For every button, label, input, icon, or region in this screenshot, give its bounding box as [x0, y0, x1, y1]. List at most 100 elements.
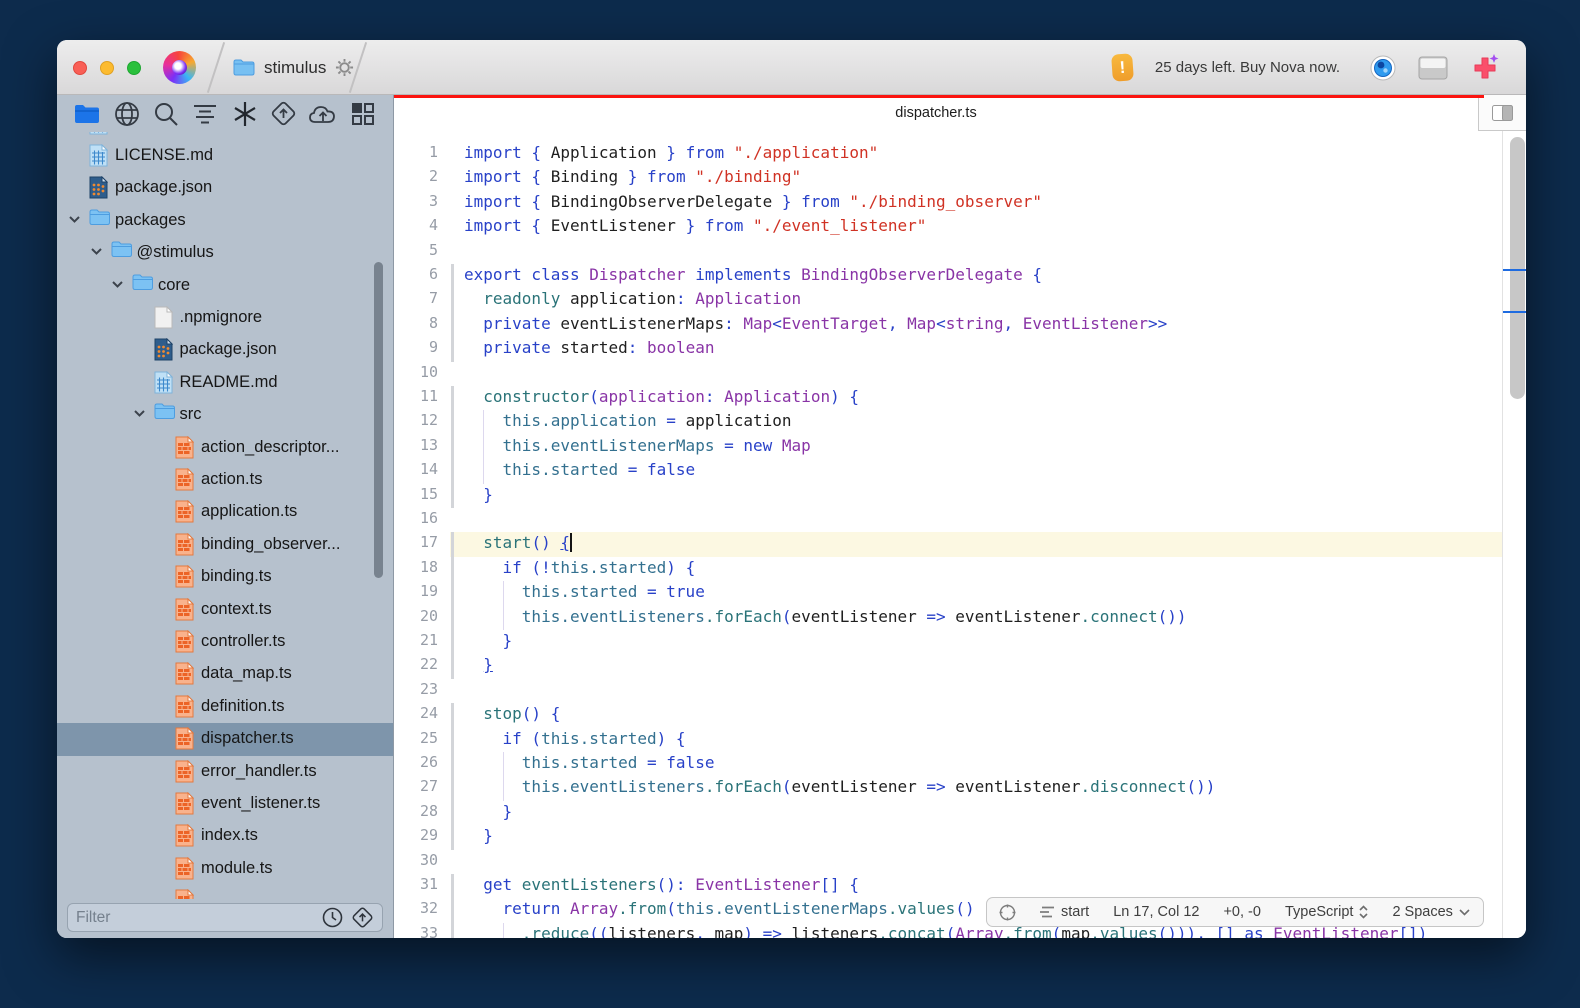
md-file-icon: [89, 132, 108, 135]
tree-item-index-ts[interactable]: index.ts: [57, 820, 393, 853]
fold-ribbon[interactable]: [451, 532, 454, 556]
close-button[interactable]: [73, 61, 87, 75]
chevron-down-icon[interactable]: [111, 280, 124, 289]
cloud-upload-icon[interactable]: [308, 99, 338, 129]
fold-ribbon[interactable]: [451, 898, 454, 922]
fold-ribbon[interactable]: [451, 459, 454, 483]
code-text: stop() {: [464, 704, 560, 723]
globe-icon[interactable]: [112, 99, 142, 129]
tree-item-core[interactable]: core: [57, 270, 393, 303]
tree-item-partial[interactable]: [57, 885, 393, 899]
navigator-target[interactable]: [999, 904, 1016, 921]
tree-item-binding-observer-[interactable]: binding_observer...: [57, 529, 393, 562]
tree-item-label: dispatcher.ts: [201, 729, 294, 748]
fold-ribbon[interactable]: [451, 557, 454, 581]
fold-ribbon[interactable]: [451, 484, 454, 508]
tree-item-event-listener-ts[interactable]: event_listener.ts: [57, 788, 393, 821]
editor-filename: dispatcher.ts: [394, 105, 1478, 121]
ts-file-icon: [175, 857, 194, 880]
new-item-plus-icon[interactable]: [1470, 53, 1500, 83]
code-line-14: 14 this.started = false: [394, 459, 1502, 483]
language-selector[interactable]: TypeScript: [1285, 904, 1369, 920]
tree-item-binding-ts[interactable]: binding.ts: [57, 561, 393, 594]
chevron-down-icon[interactable]: [90, 247, 103, 256]
outline-icon[interactable]: [190, 99, 220, 129]
md-file-icon: [89, 144, 108, 167]
extensions-grid-icon[interactable]: [348, 99, 378, 129]
split-view-icon[interactable]: [1418, 56, 1448, 80]
fold-ribbon[interactable]: [451, 606, 454, 630]
tag-diamond-icon[interactable]: [351, 906, 374, 929]
gear-icon[interactable]: [335, 58, 354, 77]
filter-input[interactable]: Filter: [67, 903, 383, 932]
tree-item-package-json[interactable]: package.json: [57, 172, 393, 205]
fold-ribbon[interactable]: [451, 752, 454, 776]
fold-ribbon[interactable]: [451, 288, 454, 312]
asterisk-icon[interactable]: [230, 99, 260, 129]
tree-item-LICENSE-md[interactable]: LICENSE.md: [57, 140, 393, 173]
tree-item-label: action_descriptor...: [201, 438, 340, 457]
tree-item-dispatcher-ts[interactable]: dispatcher.ts: [57, 723, 393, 756]
code-area[interactable]: 1import { Application } from "./applicat…: [394, 131, 1502, 938]
fold-ribbon[interactable]: [451, 410, 454, 434]
fold-ribbon[interactable]: [451, 801, 454, 825]
tree-item-definition-ts[interactable]: definition.ts: [57, 691, 393, 724]
tree-item-README-md[interactable]: README.md: [57, 367, 393, 400]
tree-item--stimulus[interactable]: @stimulus: [57, 237, 393, 270]
chevron-down-icon[interactable]: [133, 409, 146, 418]
tree-item-context-ts[interactable]: context.ts: [57, 594, 393, 627]
code-text: get eventListeners(): EventListener[] {: [464, 875, 859, 894]
fold-ribbon[interactable]: [451, 435, 454, 459]
tree-item-action-ts[interactable]: action.ts: [57, 464, 393, 497]
sidebar-scrollbar[interactable]: [374, 262, 383, 578]
tag-diamond-icon[interactable]: [269, 99, 299, 129]
tree-item-package-json[interactable]: package.json: [57, 334, 393, 367]
ts-file-icon: [175, 436, 194, 459]
zoom-button[interactable]: [127, 61, 141, 75]
search-icon[interactable]: [151, 99, 181, 129]
sidebar-toggle-button[interactable]: [1478, 95, 1526, 131]
fold-ribbon[interactable]: [451, 874, 454, 898]
symbol-path[interactable]: start: [1040, 904, 1089, 920]
fold-ribbon[interactable]: [451, 728, 454, 752]
window-proxy[interactable]: stimulus: [233, 40, 354, 95]
fold-ribbon[interactable]: [451, 386, 454, 410]
fold-ribbon[interactable]: [451, 337, 454, 361]
tree-item-src[interactable]: src: [57, 399, 393, 432]
tree-item-data-map-ts[interactable]: data_map.ts: [57, 658, 393, 691]
fold-ribbon[interactable]: [451, 923, 454, 938]
tree-item-label: @stimulus: [137, 243, 214, 262]
line-col-indicator[interactable]: Ln 17, Col 12: [1113, 904, 1199, 920]
preview-eye-icon[interactable]: [1370, 55, 1396, 81]
code-line-21: 21 }: [394, 630, 1502, 654]
plain-file-icon: [154, 306, 173, 329]
tree-item--npmignore[interactable]: .npmignore: [57, 302, 393, 335]
tree-item-module-ts[interactable]: module.ts: [57, 853, 393, 886]
editor-scrollbar-thumb[interactable]: [1510, 137, 1525, 399]
files-icon[interactable]: [72, 99, 102, 129]
tree-item-packages[interactable]: packages: [57, 205, 393, 238]
indent-selector[interactable]: 2 Spaces: [1392, 904, 1469, 920]
tree-item-application-ts[interactable]: application.ts: [57, 496, 393, 529]
code-line-19: 19 this.started = true: [394, 581, 1502, 605]
fold-ribbon[interactable]: [451, 264, 454, 288]
clock-icon[interactable]: [322, 907, 343, 928]
fold-ribbon[interactable]: [451, 630, 454, 654]
fold-ribbon[interactable]: [451, 776, 454, 800]
scrollbar-mark: [1503, 269, 1526, 271]
tree-item-label: binding_observer...: [201, 535, 340, 554]
tree-item-error-handler-ts[interactable]: error_handler.ts: [57, 756, 393, 789]
chevron-down-icon[interactable]: [68, 215, 81, 224]
md-file-icon: [154, 371, 173, 394]
minimize-button[interactable]: [100, 61, 114, 75]
editor-scrollbar[interactable]: [1502, 131, 1526, 938]
fold-ribbon[interactable]: [451, 825, 454, 849]
fold-ribbon[interactable]: [451, 581, 454, 605]
fold-ribbon[interactable]: [451, 703, 454, 727]
line-number: 4: [394, 216, 438, 234]
tree-item-action-descriptor-[interactable]: action_descriptor...: [57, 432, 393, 465]
tree-item-controller-ts[interactable]: controller.ts: [57, 626, 393, 659]
fold-ribbon[interactable]: [451, 313, 454, 337]
fold-ribbon[interactable]: [451, 654, 454, 678]
diff-indicator[interactable]: +0, -0: [1223, 904, 1260, 920]
